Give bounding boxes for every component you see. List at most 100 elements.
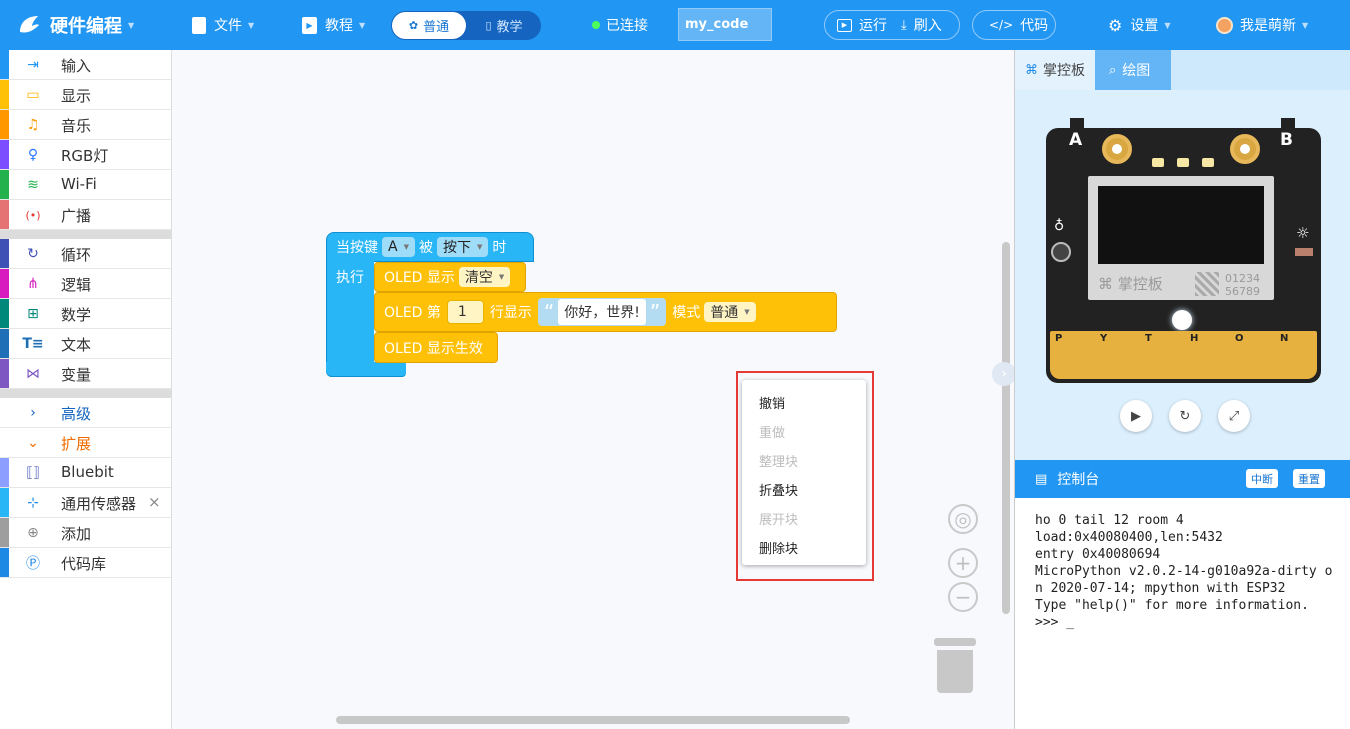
filename-input[interactable]: my_code <box>678 8 772 41</box>
menu-settings[interactable]: ⚙ 设置 ▼ <box>1108 0 1171 50</box>
user-name: 我是萌新 <box>1240 18 1296 34</box>
chevron-down-icon: ▼ <box>1302 20 1309 30</box>
category-sensor[interactable]: ⊹ 通用传感器 × <box>0 488 171 518</box>
menu-item-undo[interactable]: 撤销 <box>759 393 785 412</box>
button-select-dropdown[interactable]: A ▼ <box>382 237 415 257</box>
category-label: 变量 <box>61 366 92 384</box>
category-label: 文本 <box>61 336 92 354</box>
category-label: 添加 <box>61 525 92 543</box>
app-title: 硬件编程 <box>50 16 122 37</box>
console-output[interactable]: ho 0 tail 12 room 4 load:0x40080400,len:… <box>1035 512 1337 631</box>
interrupt-button[interactable]: 中断 <box>1246 469 1278 488</box>
touch-pad-left[interactable] <box>1102 134 1132 164</box>
button-event-block[interactable]: 当按键 A ▼ 被 按下 ▼ 时 <box>326 232 534 262</box>
menu-item-delete[interactable]: 删除块 <box>759 538 798 557</box>
settings-label: 设置 <box>1130 18 1159 34</box>
menu-item-collapse[interactable]: 折叠块 <box>759 480 798 499</box>
oled-line-block[interactable]: OLED 第 1 行显示 “ 你好，世界! ” 模式 普通 ▼ <box>374 292 837 332</box>
category-color-bar <box>0 359 9 388</box>
text-icon: T≡ <box>22 336 44 352</box>
chevron-down-icon: ▼ <box>359 20 366 30</box>
category-text[interactable]: T≡ 文本 <box>0 329 171 359</box>
tab-draw[interactable]: ⌕ 绘图 <box>1095 50 1171 90</box>
bulb-icon: ♀ <box>27 147 39 163</box>
connection-status[interactable]: 已连接 <box>592 0 648 50</box>
category-math[interactable]: ⊞ 数学 <box>0 299 171 329</box>
category-input[interactable]: ⇥ 输入 <box>0 50 171 80</box>
remove-extension-icon[interactable]: × <box>148 493 161 511</box>
oled-apply-block[interactable]: OLED 显示生效 <box>374 332 498 363</box>
category-display[interactable]: ▭ 显示 <box>0 80 171 110</box>
block-workspace[interactable]: 当按键 A ▼ 被 按下 ▼ 时 执行 OLED 显示 清空 ▼ OLED 第 1 行… <box>172 50 1016 729</box>
flash-button[interactable]: ⤓ 刷入 <box>901 15 942 35</box>
play-icon[interactable]: ▶ <box>1120 400 1152 432</box>
context-menu: 撤销 重做 整理块 折叠块 展开块 删除块 <box>742 380 866 565</box>
text-string-block[interactable]: “ 你好，世界! ” <box>537 298 667 326</box>
button-b-label[interactable]: B <box>1280 130 1293 150</box>
light-sensor[interactable] <box>1295 248 1313 256</box>
chevron-down-icon: ▼ <box>128 20 135 30</box>
horizontal-scrollbar[interactable] <box>336 716 850 724</box>
user-menu[interactable]: 我是萌新 ▼ <box>1216 0 1308 50</box>
touch-pad-right[interactable] <box>1230 134 1260 164</box>
mode-dropdown[interactable]: 普通 ▼ <box>704 302 756 322</box>
mode-teach-button[interactable]: ▯ 教学 <box>468 12 540 39</box>
app-logo[interactable]: 硬件编程 ▼ <box>16 0 134 50</box>
category-variable[interactable]: ⋈ 变量 <box>0 359 171 389</box>
category-label: Wi-Fi <box>61 175 97 193</box>
category-logic[interactable]: ⋔ 逻辑 <box>0 269 171 299</box>
recenter-icon[interactable]: ◎ <box>948 504 978 534</box>
run-button[interactable]: ▶ 运行 <box>837 15 887 35</box>
line-number-input[interactable]: 1 <box>446 300 484 324</box>
category-broadcast[interactable]: (•) 广播 <box>0 200 171 230</box>
restart-icon[interactable]: ↻ <box>1169 400 1201 432</box>
sound-sensor[interactable] <box>1051 242 1071 262</box>
board-digits: 01234 <box>1225 272 1260 285</box>
menu-item-redo[interactable]: 重做 <box>759 422 785 441</box>
menu-tutorial[interactable]: ▶ 教程 ▼ <box>302 0 365 50</box>
mode-normal-button[interactable]: ✿ 普通 <box>392 12 466 39</box>
oled-fill-dropdown[interactable]: 清空 ▼ <box>458 267 511 287</box>
run-label: 运行 <box>859 18 887 34</box>
action-select-dropdown[interactable]: 按下 ▼ <box>436 237 489 257</box>
quote-open-icon: “ <box>543 300 555 324</box>
zoom-out-icon[interactable]: − <box>948 582 978 612</box>
brand-logo-icon: ⌘ <box>1098 275 1113 293</box>
category-extension[interactable]: ⌄ 扩展 <box>0 428 171 458</box>
button-a-label[interactable]: A <box>1069 130 1082 150</box>
event-block-foot <box>326 362 406 377</box>
category-code-library[interactable]: Ⓟ 代码库 <box>0 548 171 578</box>
panel-tabs: ⌘ 掌控板 ⌕ 绘图 <box>1015 50 1350 90</box>
menu-item-expand[interactable]: 展开块 <box>759 509 798 528</box>
category-add[interactable]: ⊕ 添加 <box>0 518 171 548</box>
category-label: 音乐 <box>61 117 92 135</box>
code-button[interactable]: </> 代码 <box>972 10 1056 40</box>
tab-board-label: 掌控板 <box>1043 63 1085 79</box>
trash-icon[interactable] <box>937 650 973 693</box>
menu-file[interactable]: 文件 ▼ <box>192 0 254 50</box>
reset-button[interactable]: 重置 <box>1293 469 1325 488</box>
category-color-bar <box>0 458 9 487</box>
text-input[interactable]: 你好，世界! <box>558 299 646 325</box>
category-music[interactable]: ♫ 音乐 <box>0 110 171 140</box>
zoom-in-icon[interactable]: + <box>948 548 978 578</box>
category-rgb[interactable]: ♀ RGB灯 <box>0 140 171 170</box>
category-wifi[interactable]: ≋ Wi-Fi <box>0 170 171 200</box>
dropdown-value: A <box>388 239 398 255</box>
category-label: 数学 <box>61 306 92 324</box>
vertical-scrollbar[interactable] <box>1002 242 1010 614</box>
palette-separator <box>0 230 171 239</box>
mode-switch[interactable]: ✿ 普通 ▯ 教学 <box>391 11 541 40</box>
category-label: 高级 <box>61 405 92 423</box>
oled-show-block[interactable]: OLED 显示 清空 ▼ <box>374 262 526 292</box>
variable-icon: ⋈ <box>26 366 40 382</box>
category-bluebit[interactable]: ⟦⟧ Bluebit <box>0 458 171 488</box>
dropdown-arrow-icon: ▼ <box>498 273 505 281</box>
tab-board[interactable]: ⌘ 掌控板 <box>1015 50 1095 90</box>
category-loop[interactable]: ↻ 循环 <box>0 239 171 269</box>
fullscreen-icon[interactable]: ⤢ <box>1218 400 1250 432</box>
chevron-right-icon[interactable]: › <box>992 362 1016 386</box>
bluebit-icon: ⟦⟧ <box>26 465 40 481</box>
menu-item-cleanup[interactable]: 整理块 <box>759 451 798 470</box>
category-advanced[interactable]: › 高级 <box>0 398 171 428</box>
